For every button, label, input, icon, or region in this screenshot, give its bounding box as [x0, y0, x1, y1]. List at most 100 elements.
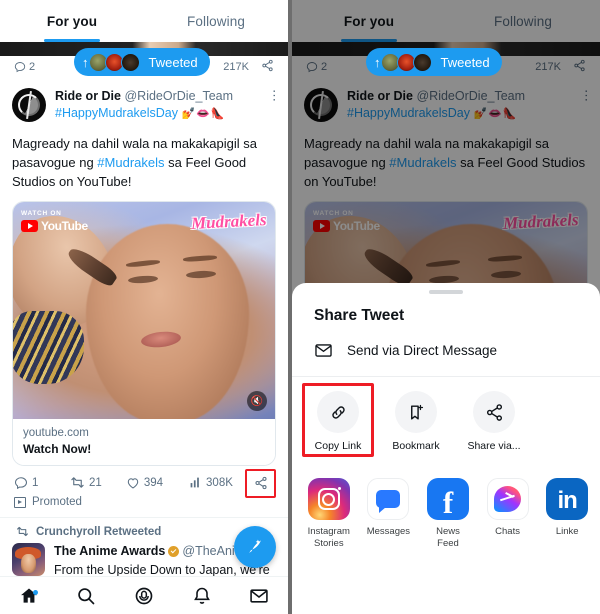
youtube-badge: YouTube [21, 219, 88, 233]
search-icon [78, 587, 95, 604]
tweet-author-name: Ride or Die [55, 89, 121, 103]
tab-following-label: Following [187, 13, 245, 29]
share-app-instagram[interactable]: Instagram Stories [306, 478, 352, 550]
send-via-direct-message-label: Send via Direct Message [347, 343, 498, 358]
youtube-play-icon [21, 220, 38, 232]
previous-reply-action[interactable]: 2 [14, 61, 35, 73]
nav-home[interactable] [0, 586, 58, 606]
card-footer: youtube.com Watch Now! [13, 419, 275, 465]
home-badge-dot [32, 589, 38, 595]
tweeted-toast-pill[interactable]: ↑ Tweeted [74, 48, 210, 76]
retweet-icon [71, 477, 84, 488]
share-app-facebook[interactable]: f News Feed [425, 478, 471, 550]
watch-on-label: WATCH ON [21, 210, 62, 217]
compose-tweet-button[interactable] [234, 526, 276, 568]
share-action[interactable] [245, 468, 276, 498]
next-tweet-avatar[interactable] [12, 543, 45, 576]
share-icon [486, 403, 502, 421]
analytics-bars-icon [190, 477, 199, 488]
tweeted-avatar-3-dimmed [412, 52, 432, 72]
share-app-messenger-label: Chats [495, 526, 520, 537]
share-app-messages[interactable]: Messages [366, 478, 412, 550]
nav-messages[interactable] [230, 586, 288, 606]
bookmark-action[interactable]: Bookmark [384, 391, 448, 452]
tweet-hashtag-line: #HappyMudrakelsDay 💅👄👠 [55, 105, 276, 123]
share-via-circle [473, 391, 515, 433]
right-phone-panel: For you Following 2 217K ↑ Tweeted ⋯ Rid… [292, 0, 600, 614]
card-title: Watch Now! [23, 442, 92, 456]
copy-link-highlight-box [302, 383, 374, 457]
share-via-label: Share via... [467, 440, 521, 452]
tab-following[interactable]: Following [144, 0, 288, 42]
arrow-up-icon: ↑ [374, 54, 381, 70]
tweet-hashtag[interactable]: #HappyMudrakelsDay [55, 106, 178, 120]
tweet-hashtag-emojis: 💅👄👠 [181, 108, 226, 120]
next-tweet-author-name: The Anime Awards [54, 544, 166, 558]
left-phone-panel: For you Following 2 217K ↑ Tweeted ⋯ Rid… [0, 0, 288, 614]
more-options-icon[interactable]: ⋯ [267, 89, 282, 102]
share-apps-row: Instagram Stories Messages f News Feed C… [292, 464, 600, 550]
envelope-icon [315, 344, 332, 357]
previous-share-icon[interactable] [261, 59, 274, 75]
copy-link-action[interactable]: Copy Link [302, 383, 374, 457]
messenger-icon [486, 478, 529, 520]
tweeted-avatar-3 [120, 52, 140, 72]
nav-notifications[interactable] [173, 586, 231, 606]
retweet-action[interactable]: 21 [70, 475, 126, 490]
promoted-icon [14, 496, 26, 508]
thumbnail-bangles [13, 310, 84, 385]
reply-action[interactable]: 1 [14, 476, 70, 490]
share-app-linkedin[interactable]: in Linke [544, 478, 590, 550]
share-sheet-title: Share Tweet [314, 307, 405, 324]
tweeted-label-dimmed: Tweeted [440, 54, 490, 70]
compose-feather-icon [249, 539, 261, 553]
card-domain: youtube.com [23, 427, 89, 439]
send-via-direct-message-row[interactable]: Send via Direct Message [292, 325, 600, 376]
share-sheet: Share Tweet Send via Direct Message Copy… [292, 283, 600, 614]
share-icon [262, 59, 273, 72]
previous-reply-count: 2 [29, 61, 36, 73]
instagram-icon [307, 478, 350, 520]
tweet-body-hashtag-link[interactable]: #Mudrakels [97, 155, 164, 170]
heart-icon [127, 477, 139, 489]
share-app-messenger[interactable]: Chats [485, 478, 531, 550]
tweet-author-line: Ride or Die @RideOrDie_Team [55, 89, 276, 104]
verified-badge-icon [168, 545, 180, 557]
avatar[interactable] [12, 88, 46, 122]
bookmark-label: Bookmark [392, 440, 440, 452]
reply-bubble-icon [14, 476, 28, 489]
like-action[interactable]: 394 [126, 476, 189, 490]
facebook-icon: f [426, 478, 469, 520]
notifications-bell-icon [193, 587, 210, 604]
link-preview-card[interactable]: WATCH ON YouTube Mudrakels 🔇 youtube.com… [12, 201, 276, 466]
like-count: 394 [143, 476, 164, 489]
nav-search[interactable] [58, 586, 116, 606]
share-highlight-box [245, 468, 276, 498]
retweet-icon [17, 526, 28, 537]
spaces-icon [135, 587, 153, 604]
share-app-facebook-label: News Feed [436, 526, 460, 549]
youtube-label: YouTube [41, 219, 88, 233]
share-via-action[interactable]: Share via... [462, 391, 526, 452]
instagram-camera-shape [317, 488, 340, 510]
messages-envelope-icon [250, 588, 268, 603]
view-count: 308K [206, 476, 233, 489]
tab-for-you-label: For you [46, 13, 98, 29]
linkedin-icon: in [546, 478, 589, 520]
arrow-up-icon: ↑ [82, 54, 89, 70]
thumbnail-face [86, 223, 249, 419]
tweet-author-handle: @RideOrDie_Team [124, 89, 234, 103]
mute-icon[interactable]: 🔇 [247, 391, 267, 411]
nav-spaces[interactable] [115, 586, 173, 606]
promoted-tweet[interactable]: ⋯ Ride or Die @RideOrDie_Team #HappyMudr… [0, 80, 288, 517]
linkedin-in-glyph: in [557, 487, 578, 514]
facebook-f-glyph: f [442, 485, 454, 520]
tweet-action-row: 1 21 394 308K [12, 466, 276, 498]
quick-actions-row: Copy Link Bookmark Share via... [292, 377, 600, 464]
tab-for-you[interactable]: For you [0, 0, 144, 42]
message-bubble-shape [376, 490, 401, 513]
retweet-count: 21 [88, 476, 102, 489]
brand-overlay-label: Mudrakels [190, 210, 268, 233]
video-thumbnail[interactable]: WATCH ON YouTube Mudrakels 🔇 [13, 202, 275, 419]
previous-view-count: 217K [223, 61, 249, 73]
